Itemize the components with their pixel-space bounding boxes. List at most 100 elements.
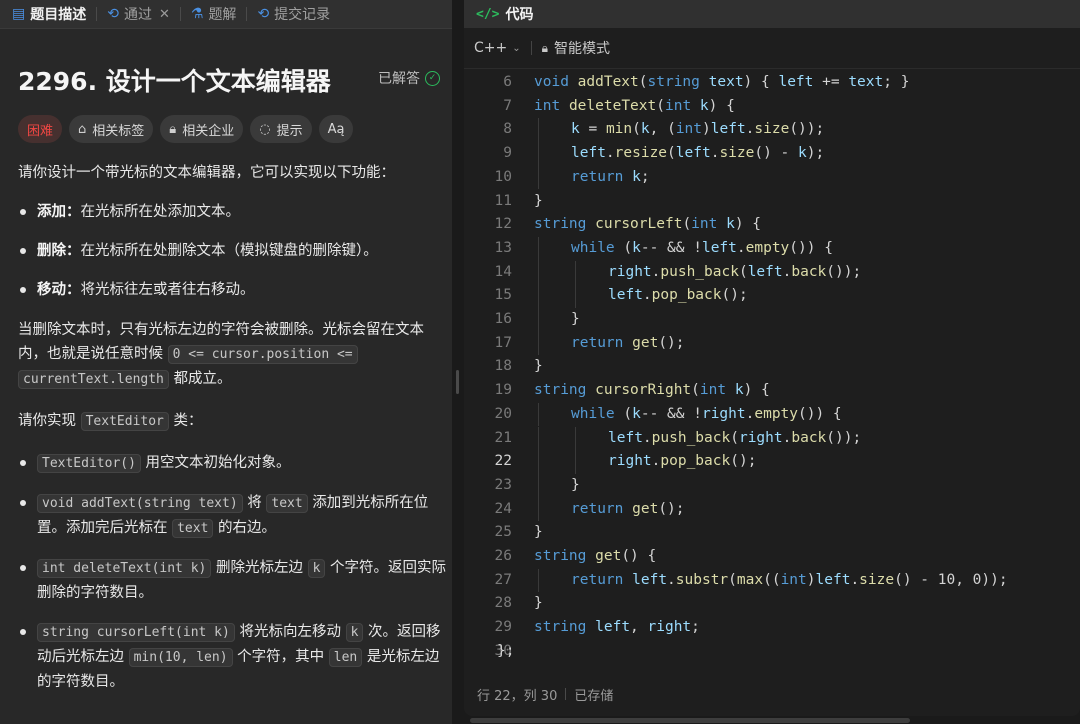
difficulty-label: 困难 bbox=[27, 123, 54, 139]
line-number: 20 bbox=[494, 405, 512, 422]
code-text: } bbox=[534, 524, 543, 541]
feature-item: 删除：在光标所在处删除文本（模拟键盘的删除键）。 bbox=[18, 239, 450, 263]
indent-guide bbox=[538, 426, 539, 451]
indent-guide bbox=[538, 450, 539, 474]
code-line[interactable]: 13 while (k-- && !left.empty()) { bbox=[464, 237, 1080, 261]
code-line[interactable]: 25} bbox=[464, 521, 1080, 545]
tab-history[interactable]: ⟲ 提交记录 bbox=[257, 0, 340, 28]
code-line[interactable]: 15 left.pop_back(); bbox=[464, 284, 1080, 308]
indent-guide bbox=[538, 165, 539, 190]
code-text: return left.substr(max((int)left.size() … bbox=[571, 571, 1008, 588]
code-line[interactable]: 10 return k; bbox=[464, 166, 1080, 190]
line-number: 12 bbox=[494, 216, 512, 233]
feature-name: 添加： bbox=[37, 204, 81, 220]
problem-tabs: ▤ 题目描述 ⟲ 通过 ✕ ⚗ 题解 ⟲ 提交记录 bbox=[0, 0, 452, 29]
line-number: 19 bbox=[494, 382, 512, 399]
code-line[interactable]: 19 string cursorRight(int k) { bbox=[464, 379, 1080, 403]
chevron-down-icon: ⌄ bbox=[512, 42, 521, 54]
method-item: TextEditor() 用空文本初始化对象。 bbox=[18, 451, 450, 476]
code-line[interactable]: 16} bbox=[464, 308, 1080, 332]
code-line[interactable]: 29 string left, right; bbox=[464, 616, 1080, 640]
code-line[interactable]: 27 return left.substr(max((int)left.size(… bbox=[464, 569, 1080, 593]
code-text: right.push_back(left.back()); bbox=[608, 263, 862, 280]
feature-text: 将光标往左或者往右移动。 bbox=[80, 282, 255, 298]
indent-guide bbox=[575, 260, 576, 285]
line-number: 22 bbox=[494, 453, 512, 470]
code-panel-title: 代码 bbox=[505, 7, 534, 23]
inline-code: k bbox=[345, 623, 364, 642]
description-icon: ▤ bbox=[12, 6, 26, 22]
code-editor[interactable]: 6 void addText(string text) { left += tex… bbox=[464, 71, 1080, 671]
title-row: 2296. 设计一个文本编辑器 已解答 ✓ bbox=[18, 58, 440, 98]
language-select[interactable]: C++ ⌄ bbox=[474, 40, 521, 56]
editor-toolbar: C++ ⌄ 🔒︎ 智能模式 bbox=[464, 28, 1080, 69]
code-line[interactable]: 9 left.resize(left.size() - k); bbox=[464, 142, 1080, 166]
code-line[interactable]: 18} bbox=[464, 355, 1080, 379]
line-number: 16 bbox=[494, 311, 512, 327]
drag-handle-icon[interactable] bbox=[456, 370, 459, 394]
code-text: while (k-- && !right.empty()) { bbox=[571, 405, 842, 422]
translate-button[interactable]: Aą bbox=[318, 115, 354, 143]
code-text: k = min(k, (int)left.size()); bbox=[571, 121, 825, 138]
related-tags-label: 相关标签 bbox=[92, 123, 145, 139]
related-tags-button[interactable]: ⌂ 相关标签 bbox=[69, 115, 154, 143]
code-line[interactable]: 8 k = min(k, (int)left.size()); bbox=[464, 118, 1080, 142]
problem-title[interactable]: 2296. 设计一个文本编辑器 bbox=[18, 62, 331, 98]
indent-guide bbox=[538, 308, 539, 332]
line-number: 8 bbox=[503, 121, 512, 138]
code-line[interactable]: 28} bbox=[464, 592, 1080, 616]
difficulty-badge: 困难 bbox=[18, 115, 63, 143]
smart-mode-toggle[interactable]: 🔒︎ 智能模式 bbox=[542, 38, 610, 58]
line-number: 10 bbox=[494, 168, 512, 185]
code-line[interactable]: 26 string get() { bbox=[464, 545, 1080, 569]
code-line[interactable]: 24 return get(); bbox=[464, 498, 1080, 522]
code-line[interactable]: 30}; bbox=[464, 640, 1080, 664]
code-line[interactable]: 14 right.push_back(left.back()); bbox=[464, 261, 1080, 285]
tab-divider bbox=[96, 7, 98, 21]
code-text: string get() { bbox=[534, 548, 657, 564]
code-line[interactable]: 17 return get(); bbox=[464, 332, 1080, 356]
history-icon: ⟲ bbox=[257, 6, 270, 22]
code-line[interactable]: 6 void addText(string text) { left += tex… bbox=[464, 71, 1080, 95]
problem-description: 请你设计一个带光标的文本编辑器，它可以实现以下功能： 添加：在光标所在处添加文本… bbox=[18, 161, 450, 694]
line-number: 23 bbox=[494, 476, 512, 493]
code-text: int deleteText(int k) { bbox=[534, 97, 735, 114]
related-companies-button[interactable]: 🔒︎ 相关企业 bbox=[160, 115, 244, 143]
tab-solution[interactable]: ⚗ 题解 bbox=[191, 0, 247, 28]
indent-guide bbox=[575, 426, 576, 451]
code-line[interactable]: 20 while (k-- && !right.empty()) { bbox=[464, 403, 1080, 427]
indent-guide bbox=[538, 236, 539, 261]
hint-label: 提示 bbox=[276, 123, 303, 139]
method-text: 用空文本初始化对象。 bbox=[145, 455, 291, 471]
tab-description[interactable]: ▤ 题目描述 bbox=[12, 0, 96, 28]
code-line[interactable]: 12 string cursorLeft(int k) { bbox=[464, 213, 1080, 237]
indent-guide bbox=[538, 284, 539, 308]
code-text: while (k-- && !left.empty()) { bbox=[571, 239, 833, 256]
indent-guide bbox=[538, 497, 539, 522]
inline-code: string cursorLeft(int k) bbox=[37, 623, 235, 642]
code-text: left.resize(left.size() - k); bbox=[571, 145, 825, 162]
line-number: 25 bbox=[494, 524, 512, 541]
code-text: string cursorRight(int k) { bbox=[534, 382, 770, 399]
code-line[interactable]: 22 right.pop_back(); bbox=[464, 450, 1080, 474]
line-number: 11 bbox=[494, 192, 512, 209]
code-line[interactable]: 21 left.push_back(right.back()); bbox=[464, 427, 1080, 451]
code-line[interactable]: 7 int deleteText(int k) { bbox=[464, 95, 1080, 119]
inline-code: min(10, len) bbox=[128, 648, 233, 667]
method-text: 删除光标左边 bbox=[215, 560, 303, 576]
line-number: 17 bbox=[494, 334, 512, 351]
code-text: } bbox=[571, 476, 580, 493]
horizontal-scrollbar[interactable] bbox=[470, 718, 910, 723]
indent-guide bbox=[575, 284, 576, 308]
impl-text: 请你实现 bbox=[18, 413, 76, 429]
code-line[interactable]: 23} bbox=[464, 474, 1080, 498]
line-number: 21 bbox=[494, 429, 512, 446]
solved-status: 已解答 ✓ bbox=[378, 68, 440, 88]
method-item: string cursorLeft(int k) 将光标向左移动 k 次。返回移… bbox=[18, 620, 450, 694]
code-line[interactable]: 11} bbox=[464, 190, 1080, 214]
hint-button[interactable]: ◌ 提示 bbox=[250, 115, 312, 143]
panel-resize-handle[interactable] bbox=[452, 0, 464, 724]
inline-code: 0 <= cursor.position <= bbox=[167, 345, 358, 364]
close-icon[interactable]: ✕ bbox=[159, 7, 170, 22]
tab-accepted[interactable]: ⟲ 通过 ✕ bbox=[107, 0, 180, 28]
